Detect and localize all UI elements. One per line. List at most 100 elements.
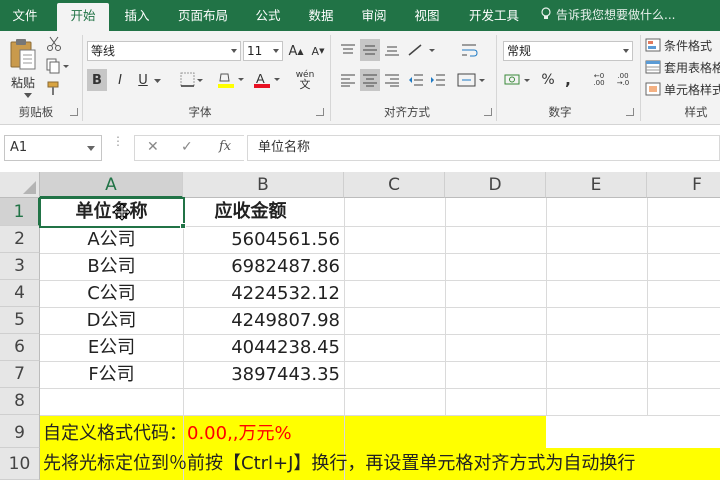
cell-a5[interactable]: D公司	[40, 307, 183, 334]
align-left-button[interactable]	[338, 69, 358, 91]
formula-bar-grip-icon[interactable]: ⋮	[112, 135, 124, 158]
tab-formulas[interactable]: 公式	[246, 0, 290, 31]
font-launcher-icon[interactable]	[316, 108, 324, 116]
name-box[interactable]: A1	[4, 135, 102, 161]
tab-page-layout[interactable]: 页面布局	[168, 0, 238, 31]
decrease-indent-icon	[409, 74, 423, 86]
clipboard-launcher-icon[interactable]	[70, 108, 78, 116]
comma-style-button[interactable]: ,	[560, 69, 576, 91]
cell-a6[interactable]: E公司	[40, 334, 183, 361]
cell-b3[interactable]: 6982487.86	[183, 253, 344, 280]
cell-b5[interactable]: 4249807.98	[183, 307, 344, 334]
orientation-button[interactable]	[404, 39, 438, 61]
bold-button[interactable]: B	[87, 69, 107, 91]
cell-styles-button[interactable]: 单元格样式	[645, 79, 720, 99]
cancel-icon[interactable]: ✕	[147, 139, 159, 155]
cell-b4[interactable]: 4224532.12	[183, 280, 344, 307]
fill-color-button[interactable]	[216, 69, 246, 91]
accounting-icon	[504, 74, 530, 85]
row-header-9[interactable]: 9	[0, 415, 40, 448]
cell-a10[interactable]: 先将光标定位到％前按【Ctrl+J】换行，再设置单元格对齐方式为自动换行	[43, 448, 635, 480]
align-bottom-icon	[385, 46, 399, 56]
tab-insert[interactable]: 插入	[114, 0, 160, 31]
underline-dropdown-icon[interactable]	[153, 77, 161, 85]
borders-button[interactable]	[178, 69, 206, 91]
tell-me-box[interactable]: 告诉我您想要做什么...	[540, 0, 675, 31]
cell-a2[interactable]: A公司	[40, 226, 183, 253]
decrease-decimal-button[interactable]: .00 →.0	[612, 69, 634, 91]
merge-center-button[interactable]	[456, 69, 488, 91]
fill-handle[interactable]	[180, 223, 186, 229]
row-header-3[interactable]: 3	[0, 253, 40, 280]
group-divider	[330, 35, 331, 121]
font-size-select[interactable]: 11	[243, 41, 283, 61]
cell-a9[interactable]: 自定义格式代码：0.00,,万元%	[43, 415, 292, 448]
number-format-select[interactable]: 常规	[503, 41, 633, 61]
tab-data[interactable]: 数据	[298, 0, 344, 31]
font-color-button[interactable]: A	[252, 69, 282, 91]
formula-input[interactable]: 单位名称	[247, 135, 720, 161]
cell-b1[interactable]: 应收金额	[183, 198, 344, 226]
row-header-1[interactable]: 1	[0, 198, 40, 226]
tab-developer[interactable]: 开发工具	[458, 0, 530, 31]
decrease-indent-button[interactable]	[406, 69, 426, 91]
row-header-8[interactable]: 8	[0, 388, 40, 415]
cell-b7[interactable]: 3897443.35	[183, 361, 344, 388]
align-center-button[interactable]	[360, 69, 380, 91]
alignment-launcher-icon[interactable]	[484, 108, 492, 116]
accounting-format-button[interactable]	[503, 69, 533, 91]
format-painter-button[interactable]	[44, 79, 64, 97]
increase-decimal-button[interactable]: ←0.00	[588, 69, 610, 91]
shrink-font-button[interactable]: A ▼	[310, 41, 326, 61]
percent-style-button[interactable]: %	[538, 69, 558, 91]
font-name-select[interactable]: 等线	[87, 41, 241, 61]
select-all-button[interactable]	[0, 172, 40, 198]
cut-button[interactable]	[44, 35, 64, 53]
row-header-2[interactable]: 2	[0, 226, 40, 253]
tab-view[interactable]: 视图	[404, 0, 450, 31]
align-right-button[interactable]	[382, 69, 402, 91]
tab-file[interactable]: 文件	[0, 0, 50, 31]
cell-a3[interactable]: B公司	[40, 253, 183, 280]
enter-icon[interactable]: ✓	[181, 139, 193, 155]
format-as-table-button[interactable]: 套用表格格式	[645, 57, 720, 77]
wrap-text-button[interactable]	[458, 39, 482, 61]
conditional-formatting-icon	[645, 38, 661, 52]
column-header-d[interactable]: D	[445, 172, 546, 198]
align-middle-button[interactable]	[360, 39, 380, 61]
align-top-button[interactable]	[338, 39, 358, 61]
row-header-7[interactable]: 7	[0, 361, 40, 388]
grow-font-button[interactable]: A ▲	[288, 41, 304, 61]
merge-cells-icon	[457, 73, 485, 87]
paste-button[interactable]	[6, 35, 40, 73]
tab-review[interactable]: 审阅	[351, 0, 397, 31]
row-header-5[interactable]: 5	[0, 307, 40, 334]
column-header-b[interactable]: B	[183, 172, 344, 198]
align-right-icon	[385, 74, 399, 87]
row-header-4[interactable]: 4	[0, 280, 40, 307]
phonetic-button[interactable]: wén 文	[292, 69, 318, 91]
column-header-a[interactable]: A	[40, 172, 183, 198]
number-launcher-icon[interactable]	[626, 108, 634, 116]
underline-button[interactable]: U	[133, 69, 153, 91]
cell-b2[interactable]: 5604561.56	[183, 226, 344, 253]
cell-b6[interactable]: 4044238.45	[183, 334, 344, 361]
copy-icon	[46, 58, 69, 74]
selection-border	[39, 197, 185, 228]
increase-indent-button[interactable]	[428, 69, 448, 91]
paste-dropdown-icon[interactable]	[22, 91, 34, 99]
column-header-e[interactable]: E	[546, 172, 647, 198]
conditional-formatting-button[interactable]: 条件格式	[645, 35, 720, 55]
row-header-6[interactable]: 6	[0, 334, 40, 361]
column-header-f[interactable]: F	[647, 172, 720, 198]
cell-a7[interactable]: F公司	[40, 361, 183, 388]
insert-function-icon[interactable]: fx	[219, 139, 231, 154]
italic-button[interactable]: I	[110, 69, 130, 91]
paste-label[interactable]: 粘贴	[6, 73, 40, 91]
row-header-10[interactable]: 10	[0, 448, 40, 480]
tab-home[interactable]: 开始	[57, 3, 109, 31]
align-bottom-button[interactable]	[382, 39, 402, 61]
cell-a4[interactable]: C公司	[40, 280, 183, 307]
copy-button[interactable]	[44, 57, 72, 75]
column-header-c[interactable]: C	[344, 172, 445, 198]
